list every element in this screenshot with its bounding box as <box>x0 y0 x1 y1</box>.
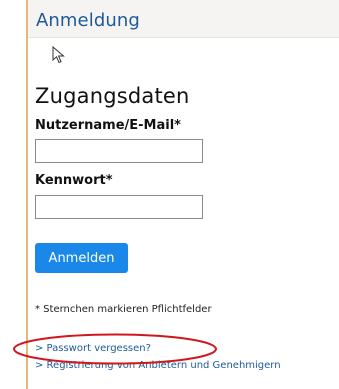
password-label: Kennwort* <box>35 173 113 188</box>
login-button[interactable]: Anmelden <box>35 243 128 273</box>
username-input[interactable] <box>35 139 203 163</box>
mouse-pointer-icon <box>52 46 65 64</box>
highlight-circle <box>13 333 217 365</box>
side-rule <box>26 0 28 389</box>
login-page: Anmeldung Zugangsdaten Nutzername/E-Mail… <box>0 0 339 389</box>
required-fields-note: * Sternchen markieren Pflichtfelder <box>35 304 212 315</box>
username-label: Nutzername/E-Mail* <box>35 118 181 133</box>
page-title: Anmeldung <box>36 10 140 31</box>
section-title: Zugangsdaten <box>35 84 190 108</box>
password-input[interactable] <box>35 195 203 219</box>
